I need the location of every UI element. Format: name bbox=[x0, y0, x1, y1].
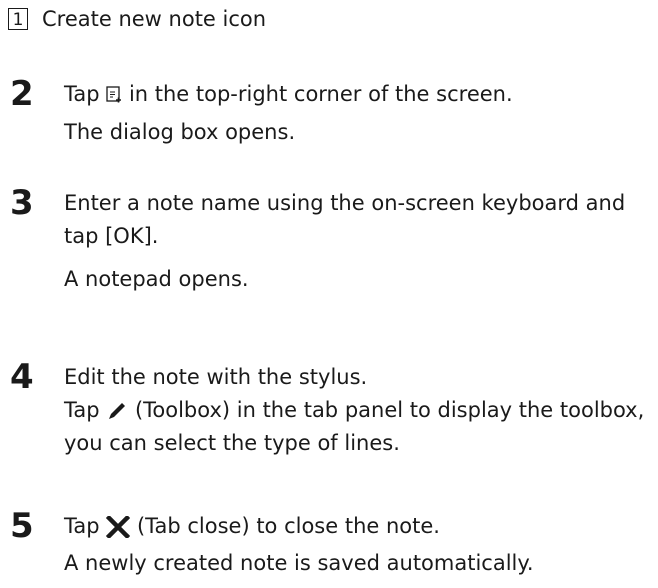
step-3: 3 Enter a note name using the on-screen … bbox=[8, 183, 653, 296]
step-2: 2 Tap in the top-right corner of the scr… bbox=[8, 74, 653, 149]
step-result: A notepad opens. bbox=[64, 267, 249, 291]
callout-number: 1 bbox=[8, 8, 28, 30]
instructions-page: 1 Create new note icon 2 Tap in the top-… bbox=[0, 0, 658, 588]
step-number: 5 bbox=[10, 506, 34, 546]
pen-icon bbox=[106, 400, 128, 422]
step-number: 3 bbox=[10, 183, 34, 223]
step-instruction: Edit the note with the stylus. bbox=[64, 365, 368, 389]
create-note-icon bbox=[106, 86, 122, 104]
callout-text: Create new note icon bbox=[42, 7, 267, 31]
callout-legend: 1 Create new note icon bbox=[8, 6, 266, 32]
step-number: 4 bbox=[10, 357, 34, 397]
step-4: 4 Edit the note with the stylus. Tap (To… bbox=[8, 357, 653, 460]
step-result: A newly created note is saved automatica… bbox=[64, 551, 534, 575]
detail-text: Tap bbox=[64, 398, 100, 422]
instruction-text: Tap bbox=[64, 514, 100, 538]
close-x-icon bbox=[106, 516, 131, 538]
step-instruction: Enter a note name using the on-screen ke… bbox=[64, 191, 626, 248]
detail-text: (Toolbox) in the tab panel to display th… bbox=[64, 398, 645, 455]
instruction-text: (Tab close) to close the note. bbox=[136, 514, 440, 538]
step-instruction: Tap (Tab close) to close the note. bbox=[64, 510, 653, 543]
instruction-text: Tap bbox=[64, 82, 100, 106]
step-number: 2 bbox=[10, 74, 34, 114]
step-detail: Tap (Toolbox) in the tab panel to displa… bbox=[64, 394, 653, 460]
step-5: 5 Tap (Tab close) to close the note. A n… bbox=[8, 506, 653, 580]
step-instruction: Tap in the top-right corner of the scree… bbox=[64, 78, 653, 111]
step-result: The dialog box opens. bbox=[64, 120, 296, 144]
instruction-text: in the top-right corner of the screen. bbox=[128, 82, 513, 106]
